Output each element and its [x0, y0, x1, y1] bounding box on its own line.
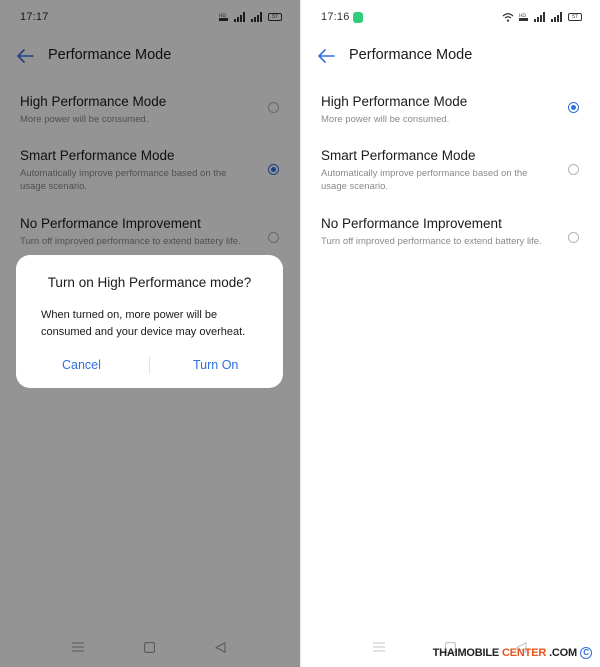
- watermark-text-part1: THAIMOBILE: [432, 647, 500, 659]
- status-bar: 17:16 HD 57: [301, 0, 600, 36]
- radio-button[interactable]: [568, 232, 579, 243]
- copyright-icon: C: [580, 647, 592, 659]
- cancel-button[interactable]: Cancel: [62, 358, 101, 372]
- dialog-title: Turn on High Performance mode?: [47, 275, 252, 290]
- right-phone-screen: 17:16 HD 57 Performance Mode High Perfor…: [300, 0, 600, 667]
- left-phone-screen: 17:17 HD 57 Performance Mode High Perfor…: [0, 0, 300, 667]
- signal-icon: [534, 12, 545, 22]
- turn-on-button[interactable]: Turn On: [193, 358, 238, 372]
- notification-app-icon: [353, 12, 363, 23]
- page-title: Performance Mode: [349, 47, 473, 63]
- watermark-text-part3: .COM: [549, 647, 577, 659]
- wifi-icon: [502, 13, 514, 22]
- option-title: No Performance Improvement: [321, 216, 502, 231]
- menu-icon[interactable]: [373, 642, 385, 652]
- battery-icon: 57: [568, 13, 582, 21]
- radio-button-selected[interactable]: [568, 102, 579, 113]
- battery-level: 57: [572, 14, 578, 20]
- status-time: 17:16: [321, 11, 350, 23]
- volte-icon: HD: [519, 13, 528, 21]
- watermark: THAIMOBILE CENTER .COM C: [433, 647, 592, 659]
- radio-button[interactable]: [568, 164, 579, 175]
- confirm-dialog: Turn on High Performance mode? When turn…: [16, 255, 283, 388]
- dialog-message: When turned on, more power will be consu…: [41, 309, 246, 338]
- option-description: Automatically improve performance based …: [321, 168, 528, 192]
- dialog-button-divider: [149, 356, 150, 374]
- option-title: Smart Performance Mode: [321, 148, 476, 163]
- app-bar: Performance Mode: [301, 40, 600, 72]
- signal-icon: [551, 12, 562, 22]
- back-arrow-icon[interactable]: [317, 48, 335, 64]
- watermark-text-part2: CENTER: [502, 647, 547, 659]
- status-icons: HD 57: [502, 10, 582, 24]
- option-description: More power will be consumed.: [321, 114, 450, 125]
- option-description: Turn off improved performance to extend …: [321, 236, 542, 247]
- option-title: High Performance Mode: [321, 94, 468, 109]
